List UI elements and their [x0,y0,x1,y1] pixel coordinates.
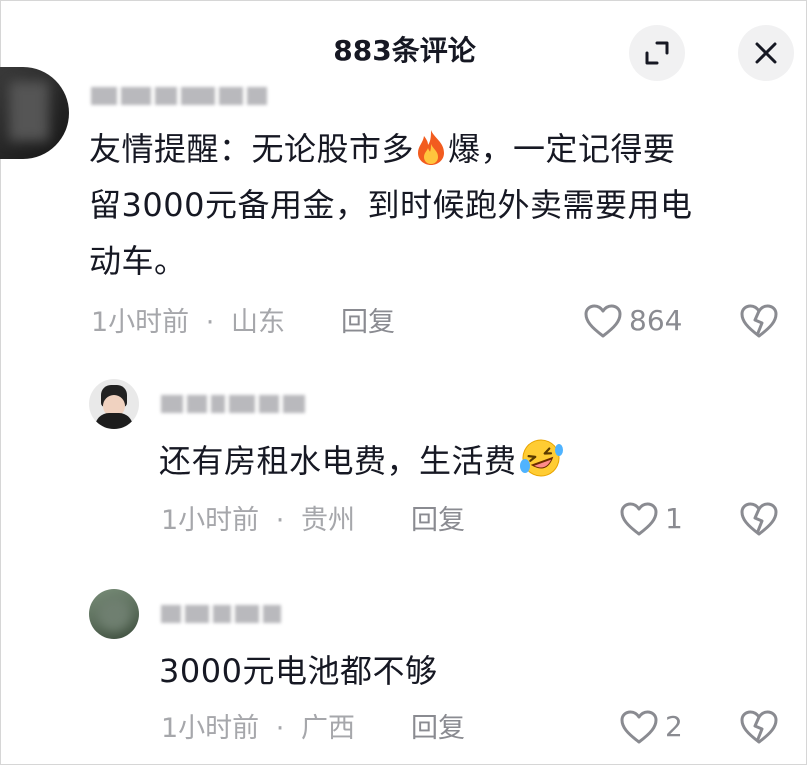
location: 山东 [230,307,285,338]
like-count: 1 [665,502,683,535]
username-blurred[interactable] [91,85,267,107]
fire-emoji [418,130,445,165]
avatar[interactable] [89,379,139,429]
rolling-laughing-emoji [519,439,563,477]
heart-icon [584,304,622,338]
username-blurred[interactable] [161,393,305,415]
close-icon [755,42,777,64]
timestamp: 1小时前 [161,713,260,744]
meta-separator: · [275,713,285,744]
location: 广西 [300,713,355,744]
dislike-broken-heart-icon[interactable] [739,501,779,537]
collapse-icon [645,41,669,65]
avatar[interactable] [0,67,69,159]
comment-text: 3000元电池都不够 [159,652,438,690]
comment-count-title: 883条评论 [333,34,476,67]
reply-button[interactable]: 回复 [411,711,465,747]
like-button[interactable]: 864 [583,303,682,339]
like-count: 2 [665,710,683,743]
comments-panel: 883条评论 友情提醒：无论股市多 爆，一定记得要 留3000元备用金，到时候跑… [0,0,807,765]
comment-meta: 1小时前 · 山东 [91,305,285,341]
collapse-button[interactable] [629,25,685,81]
like-button[interactable]: 1 [619,501,683,537]
meta-separator: · [275,505,285,536]
comment-meta: 1小时前 · 贵州 [161,503,355,539]
heart-icon [620,710,658,744]
heart-icon [620,502,658,536]
meta-separator: · [205,307,215,338]
like-button[interactable]: 2 [619,709,683,745]
timestamp: 1小时前 [161,505,260,536]
reply-button[interactable]: 回复 [341,305,395,341]
close-button[interactable] [738,25,794,81]
comment-text: 还有房租水电费，生活费 [159,433,565,489]
timestamp: 1小时前 [91,307,190,338]
comment-meta: 1小时前 · 广西 [161,711,355,747]
reply-button[interactable]: 回复 [411,503,465,539]
avatar[interactable] [89,589,139,639]
location: 贵州 [300,505,355,536]
username-blurred[interactable] [161,603,281,625]
dislike-broken-heart-icon[interactable] [739,709,779,745]
dislike-broken-heart-icon[interactable] [739,303,779,339]
comment-text: 友情提醒：无论股市多 爆，一定记得要 留3000元备用金，到时候跑外卖需要用电 … [89,130,693,280]
like-count: 864 [629,304,683,337]
